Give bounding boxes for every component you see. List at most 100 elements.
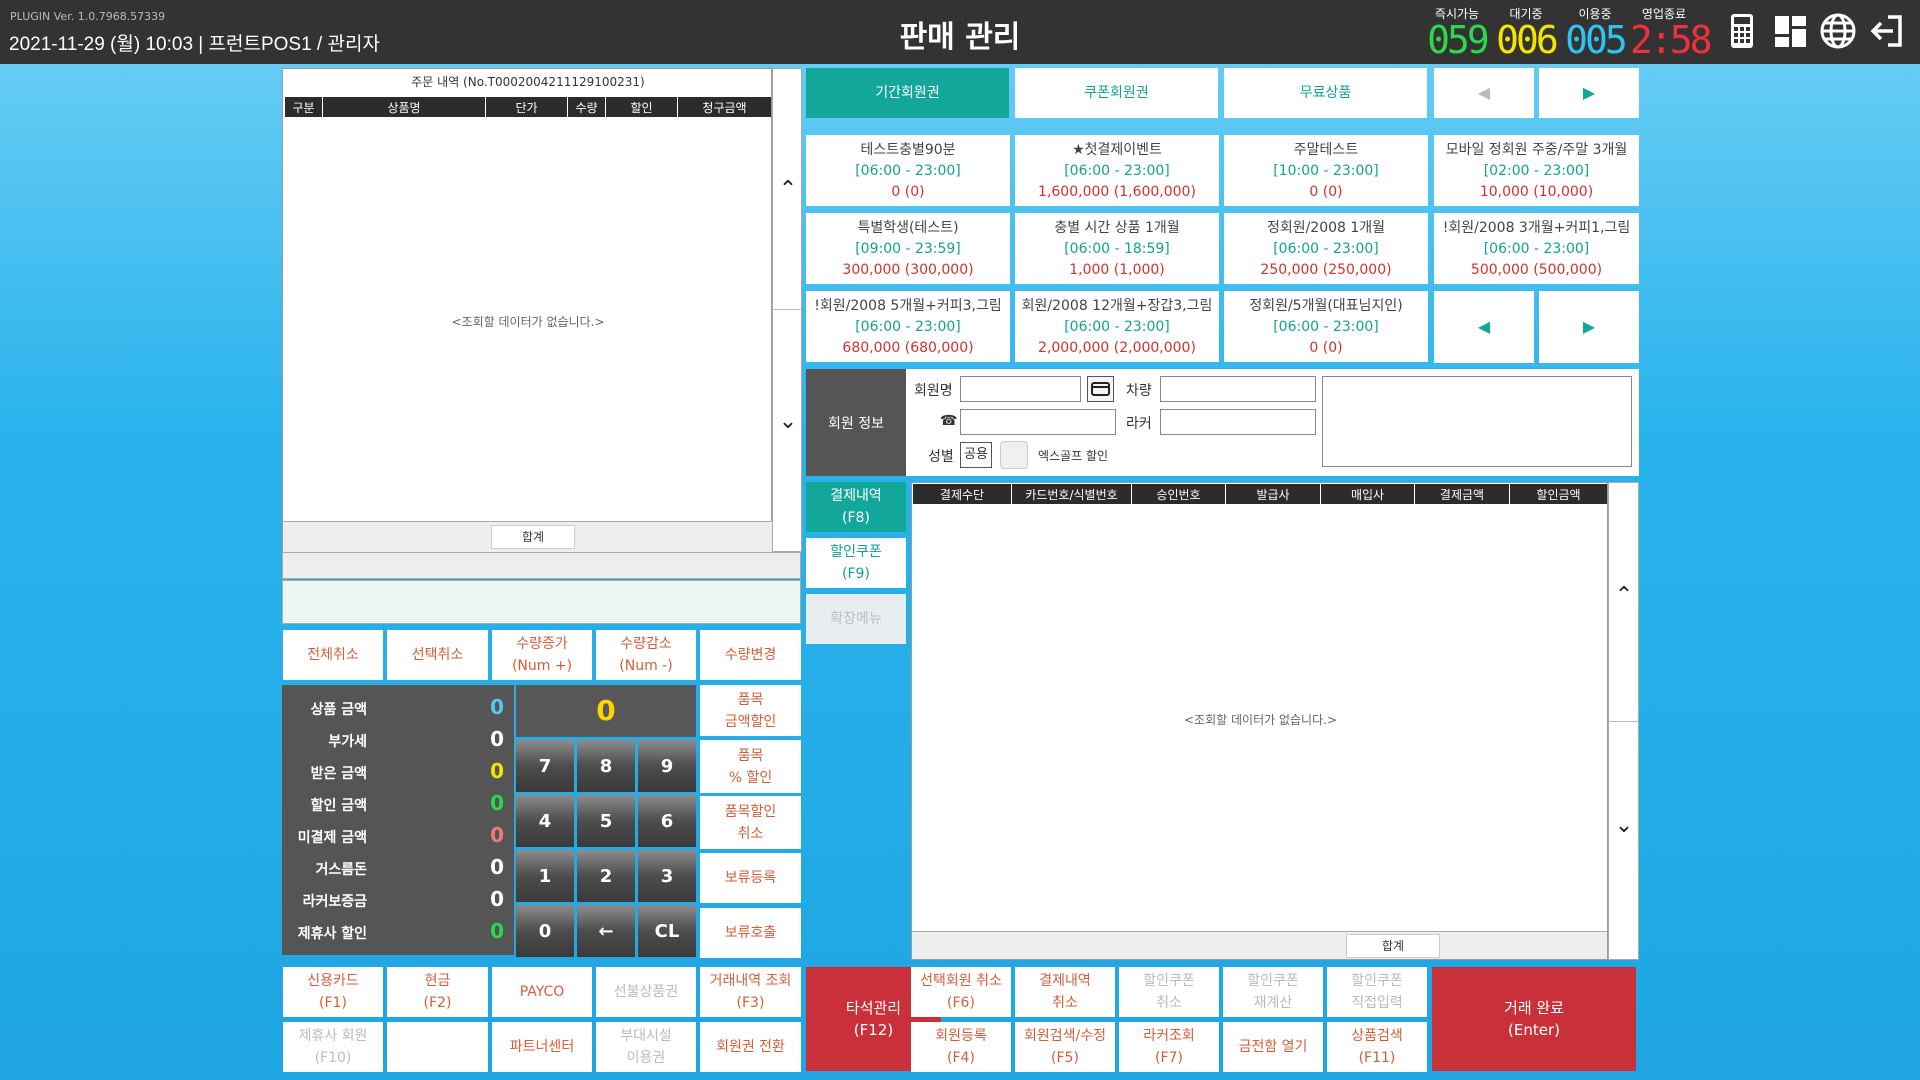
product-item[interactable]: 모바일 정회원 주중/주말 3개월 [02:00 - 23:00] 10,000 (… (1434, 135, 1639, 206)
payment-scrollbar[interactable]: ⌃ ⌄ (1608, 482, 1639, 960)
tab-extended-menu[interactable]: 확장메뉴 (806, 594, 906, 644)
transaction-history-button[interactable]: 거래내역 조회 (F3) (700, 967, 801, 1017)
hold-recall-button[interactable]: 보류호출 (700, 908, 801, 958)
facility-voucher-button[interactable]: 부대시설 이용권 (596, 1022, 696, 1072)
item-percent-discount-button[interactable]: 품목 % 할인 (700, 740, 801, 793)
keypad-key[interactable]: 1 (516, 850, 574, 902)
product-item[interactable]: 테스트충별90분 [06:00 - 23:00] 0 (0) (806, 135, 1010, 206)
xgolf-discount-toggle[interactable] (1000, 441, 1028, 469)
calculator-icon[interactable] (1722, 11, 1762, 51)
product-price: 1,000 (1,000) (1069, 262, 1165, 278)
product-item[interactable]: !회원/2008 3개월+커피1,그림 [06:00 - 23:00] 500,00… (1434, 213, 1639, 284)
scroll-up-icon[interactable]: ⌃ (773, 177, 803, 202)
cancel-selected-button[interactable]: 선택취소 (387, 630, 488, 680)
product-item[interactable]: 정회원/2008 1개월 [06:00 - 23:00] 250,000 (250,… (1224, 213, 1428, 284)
order-scrollbar[interactable]: ⌃ ⌄ (772, 68, 802, 552)
tab-free-products[interactable]: 무료상품 (1224, 68, 1427, 118)
scroll-down-icon[interactable]: ⌄ (773, 409, 803, 434)
coupon-manual-button[interactable]: 할인쿠폰 직접입력 (1327, 967, 1427, 1017)
product-name: !회원/2008 3개월+커피1,그림 (1442, 220, 1631, 236)
keypad-key[interactable]: ← (577, 905, 635, 957)
product-name: !회원/2008 5개월+커피3,그림 (814, 298, 1002, 314)
tab-discount-coupon[interactable]: 할인쿠폰 (F9) (806, 538, 906, 588)
dashboard-icon[interactable] (1770, 11, 1810, 51)
partner-center-button[interactable]: 파트너센터 (492, 1022, 592, 1072)
cancel-payment-button[interactable]: 결제내역 취소 (1015, 967, 1115, 1017)
keypad-key[interactable]: 6 (638, 795, 696, 847)
complete-transaction-button[interactable]: 거래 완료 (Enter) (1432, 967, 1636, 1071)
order-info-bar (282, 552, 801, 579)
member-info-label: 회원 정보 (806, 369, 906, 476)
product-item[interactable]: ★첫결제이벤트 [06:00 - 23:00] 1,600,000 (1,600,0… (1015, 135, 1219, 206)
product-search-button[interactable]: 상품검색 (F11) (1327, 1022, 1427, 1072)
summary-row: 할인 금액 0 (282, 787, 514, 819)
cancel-all-button[interactable]: 전체취소 (283, 630, 383, 680)
product-time: [09:00 - 23:59] (855, 241, 961, 257)
tab-coupon-membership[interactable]: 쿠폰회원권 (1015, 68, 1218, 118)
cancel-selected-member-button[interactable]: 선택회원 취소 (F6) (911, 967, 1011, 1017)
product-item[interactable]: 특별학생(테스트) [09:00 - 23:59] 300,000 (300,000… (806, 213, 1010, 284)
coupon-recalc-button[interactable]: 할인쿠폰 재계산 (1223, 967, 1323, 1017)
membership-convert-button[interactable]: 회원권 전환 (700, 1022, 801, 1072)
cash-button[interactable]: 현금 (F2) (387, 967, 488, 1017)
car-label: 차량 (1126, 383, 1152, 399)
payco-button[interactable]: PAYCO (492, 967, 592, 1017)
locker-lookup-button[interactable]: 라커조회 (F7) (1119, 1022, 1219, 1072)
col-approval: 승인번호 (1132, 484, 1226, 504)
phone-icon: ☎ (940, 413, 958, 429)
member-search-button[interactable]: 회원검색/수정 (F5) (1015, 1022, 1115, 1072)
keypad-key[interactable]: 3 (638, 850, 696, 902)
item-discount-cancel-button[interactable]: 품목할인 취소 (700, 796, 801, 849)
card-reader-icon[interactable] (1087, 376, 1114, 402)
qty-decrease-button[interactable]: 수량감소 (Num -) (596, 630, 696, 680)
tab-next-button[interactable]: ▶ (1539, 68, 1639, 118)
member-register-button[interactable]: 회원등록 (F4) (911, 1022, 1011, 1072)
product-item[interactable]: 주말테스트 [10:00 - 23:00] 0 (0) (1224, 135, 1428, 206)
product-item[interactable]: 정회원/5개월(대표님지인) [06:00 - 23:00] 0 (0) (1224, 291, 1428, 362)
tab-period-membership[interactable]: 기간회원권 (806, 68, 1009, 118)
gender-select[interactable]: 공용 (960, 442, 992, 468)
product-item[interactable]: !회원/2008 5개월+커피3,그림 [06:00 - 23:00] 680,00… (806, 291, 1010, 362)
scroll-down-icon[interactable]: ⌄ (1609, 813, 1639, 838)
tab-payment-history[interactable]: 결제내역 (F8) (806, 482, 906, 532)
item-amount-discount-button[interactable]: 품목 금액할인 (700, 685, 801, 736)
col-issuer: 발급사 (1226, 484, 1321, 504)
member-name-input[interactable] (960, 376, 1081, 402)
summary-row: 거스름돈 0 (282, 851, 514, 883)
product-prev-button[interactable]: ◀ (1434, 291, 1534, 363)
coupon-cancel-button[interactable]: 할인쿠폰 취소 (1119, 967, 1219, 1017)
keypad-key[interactable]: 7 (516, 740, 574, 792)
credit-card-button[interactable]: 신용카드 (F1) (283, 967, 383, 1017)
car-input[interactable] (1160, 376, 1316, 402)
partner-member-button[interactable]: 제휴사 회원 (F10) (283, 1022, 383, 1072)
scroll-up-icon[interactable]: ⌃ (1609, 583, 1639, 608)
keypad-key[interactable]: 2 (577, 850, 635, 902)
prepaid-voucher-button[interactable]: 선불상품권 (596, 967, 696, 1017)
phone-input[interactable] (960, 409, 1116, 435)
member-memo-area[interactable] (1322, 376, 1632, 467)
open-cash-drawer-button[interactable]: 금전함 열기 (1223, 1022, 1323, 1072)
barcode-input[interactable] (282, 580, 801, 624)
col-amount: 청구금액 (702, 100, 747, 115)
blank-button[interactable] (387, 1022, 488, 1072)
product-price: 0 (0) (1309, 340, 1343, 356)
hold-register-button[interactable]: 보류등록 (700, 853, 801, 903)
keypad-key[interactable]: 4 (516, 795, 574, 847)
product-price: 1,600,000 (1,600,000) (1038, 184, 1196, 200)
qty-change-button[interactable]: 수량변경 (700, 630, 801, 680)
product-item[interactable]: 회원/2008 12개월+장갑3,그림 [06:00 - 23:00] 2,000,… (1015, 291, 1219, 362)
qty-increase-button[interactable]: 수량증가 (Num +) (492, 630, 592, 680)
tab-prev-button[interactable]: ◀ (1434, 68, 1534, 118)
product-price: 250,000 (250,000) (1260, 262, 1392, 278)
product-item[interactable]: 충별 시간 상품 1개월 [06:00 - 18:59] 1,000 (1,000) (1015, 213, 1219, 284)
keypad-key[interactable]: 8 (577, 740, 635, 792)
keypad-key[interactable]: 5 (577, 795, 635, 847)
product-next-button[interactable]: ▶ (1539, 291, 1639, 363)
product-name: 테스트충별90분 (860, 142, 956, 158)
locker-input[interactable] (1160, 409, 1316, 435)
keypad-key[interactable]: 0 (516, 905, 574, 957)
keypad-key[interactable]: CL (638, 905, 696, 957)
logout-icon[interactable] (1866, 11, 1906, 51)
globe-icon[interactable] (1818, 11, 1858, 51)
keypad-key[interactable]: 9 (638, 740, 696, 792)
